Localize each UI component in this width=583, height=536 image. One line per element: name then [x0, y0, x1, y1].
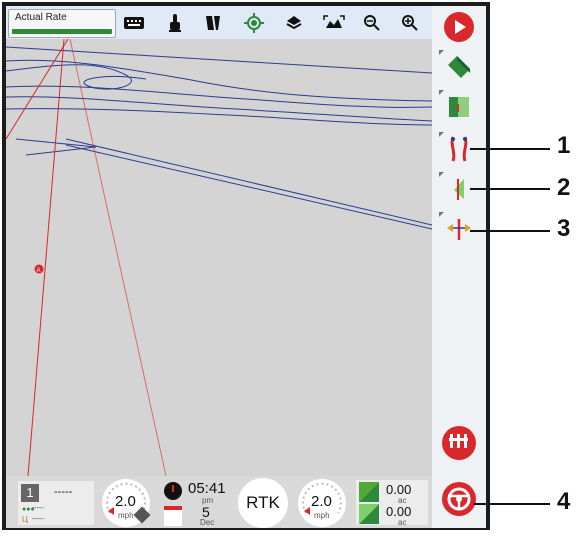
- callout-2: 2: [557, 174, 571, 201]
- zoom-out-icon[interactable]: [358, 10, 386, 36]
- area-widget[interactable]: 0.00 ac 0.00 ac: [356, 480, 428, 527]
- callout-1: 1: [557, 132, 571, 159]
- callout-4: 4: [557, 488, 571, 515]
- implement-icon: Ц: [22, 515, 28, 524]
- speed-left-value: 2.0: [115, 493, 136, 510]
- map-view[interactable]: A: [6, 39, 432, 476]
- speed-right-unit: mph: [314, 511, 330, 520]
- callout-3: 3: [557, 215, 571, 242]
- date-month: Dec: [200, 518, 215, 527]
- autosteer-row-icon[interactable]: [437, 424, 481, 462]
- area-covered-icon: [359, 482, 379, 502]
- gps-target-icon[interactable]: [240, 10, 268, 36]
- clock-time: 05:41: [188, 480, 226, 497]
- guidance-map: A: [6, 39, 432, 476]
- speed-left-unit: mph: [118, 511, 134, 520]
- rtk-status[interactable]: RTK: [238, 478, 288, 528]
- touch-icon[interactable]: [161, 10, 189, 36]
- actual-rate-widget[interactable]: Actual Rate: [8, 9, 116, 38]
- area2-unit: ac: [398, 518, 407, 527]
- steering-wheel-icon[interactable]: [437, 480, 481, 518]
- adjust-line-icon[interactable]: [437, 210, 481, 248]
- area2-value: 0.00: [386, 504, 412, 519]
- callout-line-4: [474, 503, 550, 505]
- extents-icon[interactable]: [320, 10, 348, 36]
- callout-line-1: [470, 148, 550, 150]
- calendar-icon: [164, 506, 182, 526]
- section-number: 1: [21, 484, 39, 502]
- speed-right-value: 2.0: [311, 493, 332, 510]
- row1-value: -----: [32, 505, 44, 512]
- section-value: -----: [54, 486, 73, 498]
- keyboard-icon[interactable]: [120, 10, 148, 36]
- field-boundary-icon[interactable]: [437, 48, 481, 86]
- area-applied-icon: [359, 504, 379, 524]
- area1-value: 0.00: [386, 482, 412, 497]
- field-marker-icon[interactable]: [437, 88, 481, 126]
- play-icon[interactable]: [437, 8, 481, 46]
- layers-icon[interactable]: [280, 10, 308, 36]
- section-widget[interactable]: 1 ----- ●●● ----- Ц -----: [18, 481, 94, 525]
- callout-line-2: [470, 188, 550, 190]
- speed-gauge-right[interactable]: 2.0 mph: [298, 479, 346, 527]
- right-sidebar: [432, 6, 486, 528]
- actual-rate-bar: [12, 29, 112, 34]
- actual-rate-label: Actual Rate: [15, 12, 67, 23]
- row2-value: -----: [32, 516, 44, 523]
- clock-icon: [164, 482, 182, 500]
- bottom-status-bar: 1 ----- ●●● ----- Ц ----- 2.0 mph 05:41 …: [6, 476, 432, 528]
- zoom-in-icon[interactable]: [396, 10, 424, 36]
- svg-text:A: A: [37, 268, 41, 274]
- top-toolbar: Actual Rate: [6, 6, 432, 39]
- speed-gauge-left[interactable]: 2.0 mph: [102, 479, 151, 527]
- rows-icon[interactable]: [199, 10, 227, 36]
- callout-line-3: [470, 230, 550, 232]
